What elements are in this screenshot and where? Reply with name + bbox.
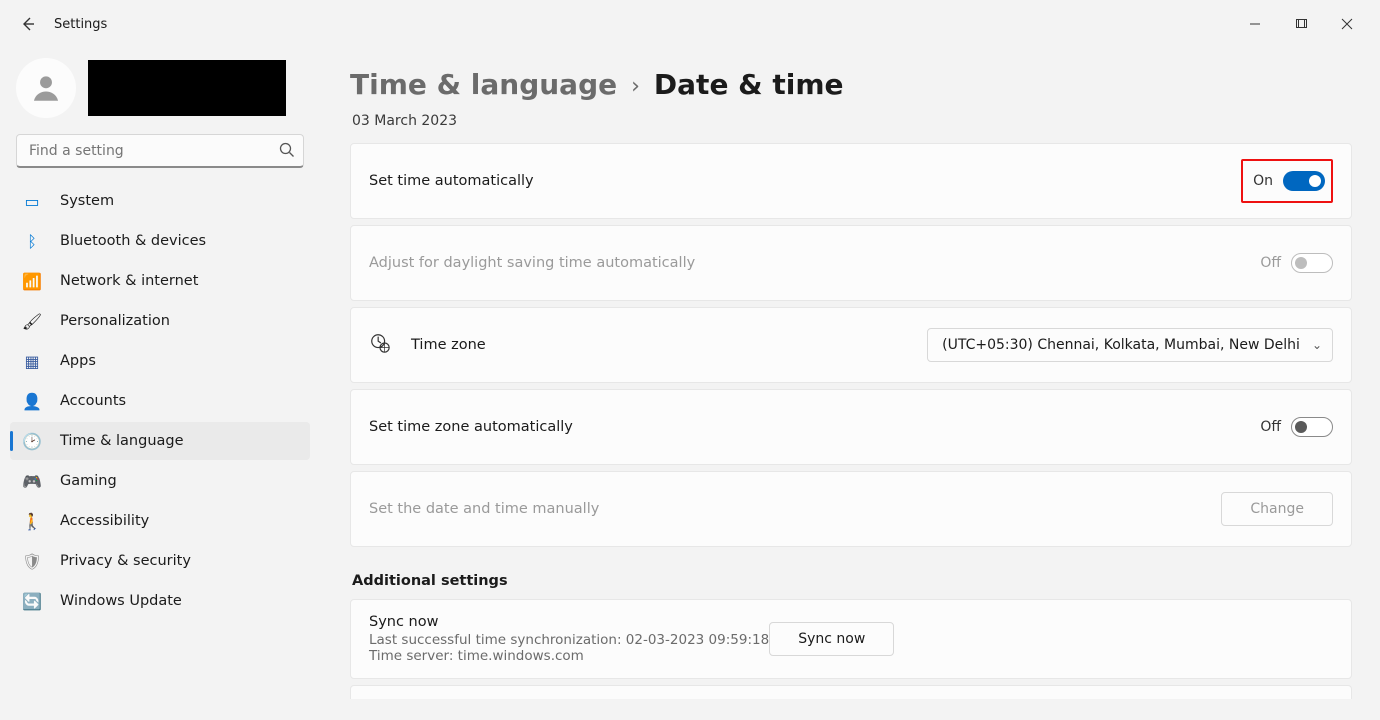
arrow-left-icon	[20, 16, 36, 32]
sync-text: Sync now Last successful time synchroniz…	[369, 614, 769, 664]
nav-label: Privacy & security	[60, 553, 191, 569]
row-label: Set time automatically	[369, 173, 534, 189]
nav-label: Windows Update	[60, 593, 182, 609]
nav-list: ▭ System ᛒ Bluetooth & devices 📶 Network & …	[10, 182, 310, 620]
sidebar-item-personalization[interactable]: 🖌 Personalization	[10, 302, 310, 340]
maximize-button[interactable]	[1278, 8, 1324, 40]
row-set-time-automatically: Set time automatically On	[350, 143, 1352, 219]
sidebar: ▭ System ᛒ Bluetooth & devices 📶 Network & …	[0, 48, 320, 720]
row-label: Adjust for daylight saving time automati…	[369, 255, 695, 271]
nav-label: Network & internet	[60, 273, 198, 289]
maximize-icon	[1295, 18, 1307, 30]
bluetooth-icon: ᛒ	[22, 231, 42, 251]
additional-settings-title: Additional settings	[352, 573, 1352, 589]
nav-label: Gaming	[60, 473, 117, 489]
avatar	[16, 58, 76, 118]
title-bar: Settings	[0, 0, 1380, 48]
sidebar-item-privacy[interactable]: 🛡 Privacy & security	[10, 542, 310, 580]
globe-clock-icon	[369, 332, 397, 358]
row-set-manually: Set the date and time manually Change	[350, 471, 1352, 547]
nav-label: Bluetooth & devices	[60, 233, 206, 249]
clock-icon: 🕑	[22, 431, 42, 451]
sidebar-item-accounts[interactable]: 👤 Accounts	[10, 382, 310, 420]
row-dst: Adjust for daylight saving time automati…	[350, 225, 1352, 301]
time-zone-select[interactable]: (UTC+05:30) Chennai, Kolkata, Mumbai, Ne…	[927, 328, 1333, 362]
close-button[interactable]	[1324, 8, 1370, 40]
content-area: Time & language › Date & time 03 March 2…	[320, 48, 1380, 720]
sidebar-item-apps[interactable]: ▦ Apps	[10, 342, 310, 380]
accounts-icon: 👤	[22, 391, 42, 411]
shield-icon: 🛡	[22, 551, 42, 571]
sidebar-item-time-language[interactable]: 🕑 Time & language	[10, 422, 310, 460]
highlight-annotation: On	[1241, 159, 1333, 203]
system-icon: ▭	[22, 191, 42, 211]
sync-server: Time server: time.windows.com	[369, 648, 769, 664]
time-zone-value: (UTC+05:30) Chennai, Kolkata, Mumbai, Ne…	[942, 337, 1300, 353]
sync-now-button[interactable]: Sync now	[769, 622, 894, 656]
sync-last: Last successful time synchronization: 02…	[369, 632, 769, 648]
toggle-state: On	[1253, 173, 1273, 189]
row-label: Set the date and time manually	[369, 501, 599, 517]
row-label: Time zone	[411, 337, 486, 353]
sidebar-item-gaming[interactable]: 🎮 Gaming	[10, 462, 310, 500]
toggle-state: Off	[1260, 255, 1281, 271]
toggle-set-time-automatically[interactable]	[1283, 171, 1325, 191]
gamepad-icon: 🎮	[22, 471, 42, 491]
nav-label: Apps	[60, 353, 96, 369]
minimize-icon	[1249, 18, 1261, 30]
next-card-peek	[350, 685, 1352, 699]
row-auto-time-zone: Set time zone automatically Off	[350, 389, 1352, 465]
sidebar-item-system[interactable]: ▭ System	[10, 182, 310, 220]
breadcrumb-parent[interactable]: Time & language	[350, 68, 617, 101]
row-time-zone: Time zone (UTC+05:30) Chennai, Kolkata, …	[350, 307, 1352, 383]
page-title: Date & time	[654, 68, 844, 101]
search-icon	[278, 141, 296, 163]
nav-label: Personalization	[60, 313, 170, 329]
person-icon	[29, 71, 63, 105]
nav-label: System	[60, 193, 114, 209]
toggle-dst	[1291, 253, 1333, 273]
nav-label: Time & language	[60, 433, 184, 449]
sidebar-item-network[interactable]: 📶 Network & internet	[10, 262, 310, 300]
search-input[interactable]	[16, 134, 304, 168]
minimize-button[interactable]	[1232, 8, 1278, 40]
row-sync-now: Sync now Last successful time synchroniz…	[350, 599, 1352, 679]
accessibility-icon: 🚶	[22, 511, 42, 531]
current-date: 03 March 2023	[352, 113, 1352, 129]
sync-title: Sync now	[369, 614, 769, 630]
breadcrumb: Time & language › Date & time	[350, 68, 1352, 101]
brush-icon: 🖌	[22, 311, 42, 331]
nav-label: Accessibility	[60, 513, 149, 529]
wifi-icon: 📶	[22, 271, 42, 291]
back-button[interactable]	[10, 6, 46, 42]
update-icon: 🔄	[22, 591, 42, 611]
account-block[interactable]	[16, 58, 304, 118]
search-field[interactable]	[16, 134, 304, 168]
close-icon	[1341, 18, 1353, 30]
sidebar-item-accessibility[interactable]: 🚶 Accessibility	[10, 502, 310, 540]
toggle-auto-time-zone[interactable]	[1291, 417, 1333, 437]
nav-label: Accounts	[60, 393, 126, 409]
row-label: Set time zone automatically	[369, 419, 573, 435]
sidebar-item-bluetooth[interactable]: ᛒ Bluetooth & devices	[10, 222, 310, 260]
change-button: Change	[1221, 492, 1333, 526]
account-name-redacted	[88, 60, 286, 116]
sidebar-item-windows-update[interactable]: 🔄 Windows Update	[10, 582, 310, 620]
chevron-down-icon: ⌄	[1312, 338, 1322, 352]
chevron-right-icon: ›	[631, 74, 640, 99]
apps-icon: ▦	[22, 351, 42, 371]
app-title: Settings	[54, 17, 107, 32]
toggle-state: Off	[1260, 419, 1281, 435]
